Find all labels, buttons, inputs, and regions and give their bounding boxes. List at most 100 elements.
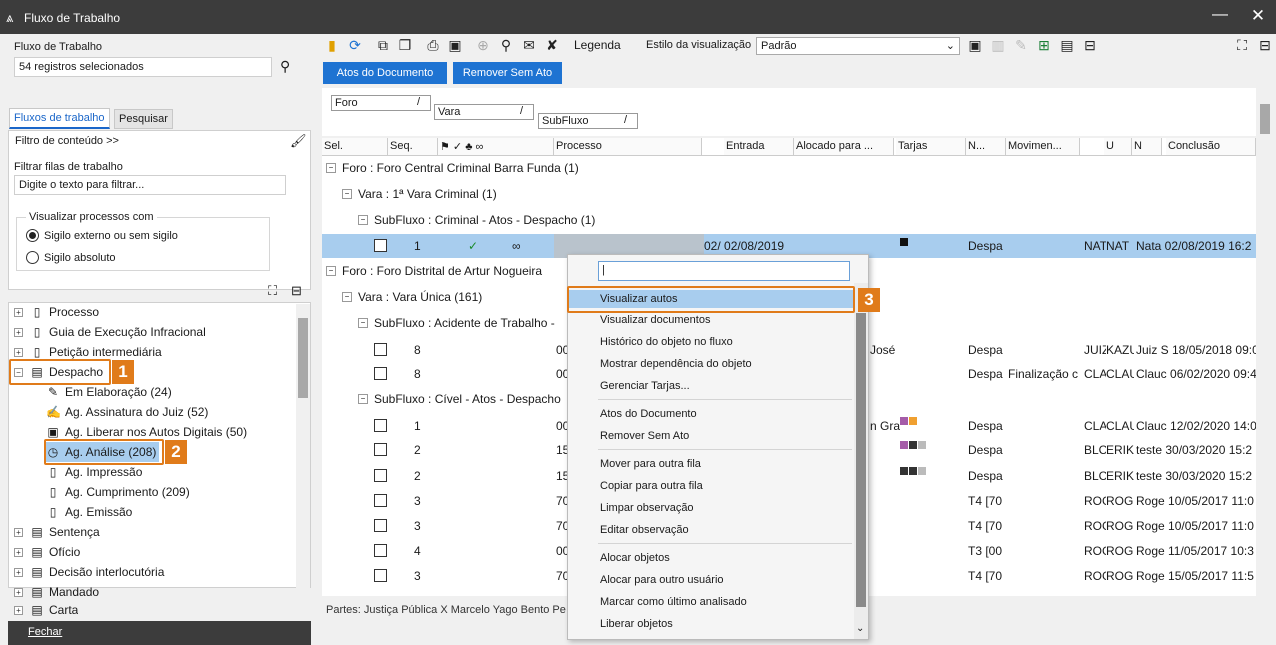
col-conclusao[interactable]: Conclusão	[1166, 138, 1256, 155]
tab-pesquisar[interactable]: Pesquisar	[114, 109, 173, 129]
group-row-vara-unica[interactable]: − Vara : Vara Única (161)	[342, 285, 482, 309]
col-tarjas[interactable]: Tarjas	[896, 138, 966, 155]
atos-documento-button[interactable]: Atos do Documento	[323, 62, 447, 84]
group-row-vara-criminal[interactable]: − Vara : 1ª Vara Criminal (1)	[342, 182, 497, 206]
remove-icon[interactable]: ✘	[543, 36, 561, 54]
col-processo[interactable]: Processo	[554, 138, 702, 155]
row-checkbox[interactable]	[374, 443, 387, 456]
collapse-icon[interactable]: −	[342, 292, 352, 302]
scroll-thumb[interactable]	[298, 318, 308, 398]
search-doc-icon[interactable]: ⚲	[497, 36, 515, 54]
report-icon[interactable]: ▤	[1058, 36, 1076, 54]
row-checkbox[interactable]	[374, 343, 387, 356]
row-checkbox[interactable]	[374, 569, 387, 582]
row-checkbox[interactable]	[374, 519, 387, 532]
search-icon[interactable]: ⚲	[280, 58, 290, 75]
row-checkbox[interactable]	[374, 494, 387, 507]
menu-item-editar-obs[interactable]: Editar observação	[600, 521, 689, 539]
col-n[interactable]: N...	[966, 138, 1006, 155]
expand-icon[interactable]: +	[14, 347, 23, 357]
menu-item-remover[interactable]: Remover Sem Ato	[600, 427, 689, 445]
copy-icon[interactable]: ⧉	[374, 36, 392, 54]
expand-tree-icon[interactable]: ⛶	[268, 283, 277, 299]
menu-item-alocar[interactable]: Alocar objetos	[600, 549, 670, 567]
fechar-button[interactable]: Fechar	[8, 621, 311, 645]
expand-icon[interactable]: +	[14, 527, 23, 537]
collapse-icon[interactable]: −	[358, 215, 368, 225]
tree-node-processo[interactable]: + ▯ Processo	[14, 302, 99, 322]
filtro-conteudo-link[interactable]: Filtro de conteúdo >>	[15, 135, 119, 147]
menu-item-marcar-ultimo[interactable]: Marcar como último analisado	[600, 593, 747, 611]
lock-icon[interactable]: ⊕	[474, 36, 492, 54]
chevron-down-icon[interactable]: ⌄	[856, 623, 864, 634]
tree-node-carta[interactable]: + ▤ Carta	[14, 601, 78, 619]
col-movimento[interactable]: Movimen...	[1006, 138, 1080, 155]
col-n2[interactable]: N	[1132, 138, 1162, 155]
tree-node-ag-impressao[interactable]: ▯ Ag. Impressão	[46, 462, 143, 482]
tree-node-mandado[interactable]: + ▤ Mandado	[14, 582, 99, 602]
menu-item-copiar[interactable]: Copiar para outra fila	[600, 477, 703, 495]
col-u[interactable]: U	[1104, 138, 1132, 155]
radio-sigilo-externo[interactable]: Sigilo externo ou sem sigilo	[26, 229, 178, 242]
collapse-icon[interactable]: −	[326, 266, 336, 276]
row-checkbox[interactable]	[374, 419, 387, 432]
collapse-icon[interactable]: −	[326, 163, 336, 173]
radio-sigilo-absoluto[interactable]: Sigilo absoluto	[26, 251, 116, 264]
tab-fluxos[interactable]: Fluxos de trabalho	[9, 108, 110, 129]
columns-icon[interactable]: ⊟	[1081, 36, 1099, 54]
save-view-icon[interactable]: ▣	[966, 36, 984, 54]
menu-scrollbar[interactable]: ⌄	[854, 283, 868, 639]
group-row-subfluxo-criminal[interactable]: − SubFluxo : Criminal - Atos - Despacho (…	[358, 208, 595, 232]
minimize-button[interactable]: —	[1208, 6, 1232, 24]
row-checkbox[interactable]	[374, 544, 387, 557]
remover-sem-ato-button[interactable]: Remover Sem Ato	[453, 62, 562, 84]
expand-icon[interactable]: +	[14, 307, 23, 317]
collapse-icon[interactable]: −	[342, 189, 352, 199]
group-row-foro-artur[interactable]: − Foro : Foro Distrital de Artur Nogueira	[326, 259, 542, 283]
comment-icon[interactable]: ✉	[520, 36, 538, 54]
group-chip-vara[interactable]: Vara /	[434, 104, 534, 120]
tree-node-ag-cumprimento[interactable]: ▯ Ag. Cumprimento (209)	[46, 482, 190, 502]
windows-icon[interactable]: ❐	[396, 36, 414, 54]
edit-icon[interactable]: ✎	[1012, 36, 1030, 54]
tree-node-ag-emissao[interactable]: ▯ Ag. Emissão	[46, 502, 133, 522]
tree-node-sentenca[interactable]: + ▤ Sentença	[14, 522, 100, 542]
collapse-all-icon[interactable]: ⊟	[1256, 36, 1274, 54]
save-icon[interactable]: ▣	[446, 36, 464, 54]
row-checkbox[interactable]	[374, 469, 387, 482]
close-button[interactable]: ✕	[1246, 6, 1270, 26]
menu-item-liberar[interactable]: Liberar objetos	[600, 615, 673, 633]
legenda-button[interactable]: Legenda	[574, 38, 621, 52]
collapse-tree-icon[interactable]: ⊟	[291, 283, 302, 299]
tree-node-decisao[interactable]: + ▤ Decisão interlocutória	[14, 562, 164, 582]
row-checkbox[interactable]	[374, 239, 387, 252]
tree-scrollbar[interactable]	[296, 304, 310, 618]
row-checkbox[interactable]	[374, 367, 387, 380]
collapse-icon[interactable]: −	[358, 318, 368, 328]
col-entrada[interactable]: Entrada	[724, 138, 794, 155]
expand-icon[interactable]: +	[14, 567, 23, 577]
expand-icon[interactable]: +	[14, 547, 23, 557]
fluxo-field[interactable]: 54 registros selecionados	[14, 57, 272, 77]
col-alocado[interactable]: Alocado para ...	[794, 138, 894, 155]
filtrar-input[interactable]: Digite o texto para filtrar...	[14, 175, 286, 195]
collapse-icon[interactable]: −	[358, 394, 368, 404]
menu-item-alocar-outro[interactable]: Alocar para outro usuário	[600, 571, 724, 589]
expand-icon[interactable]: +	[14, 587, 23, 597]
new-icon[interactable]: ▮	[323, 36, 341, 54]
group-chip-foro[interactable]: Foro /	[331, 95, 431, 111]
col-seq[interactable]: Seq.	[388, 138, 438, 155]
menu-item-limpar-obs[interactable]: Limpar observação	[600, 499, 694, 517]
scroll-thumb[interactable]	[856, 313, 866, 607]
menu-search-input[interactable]: |	[598, 261, 850, 281]
tree-node-oficio[interactable]: + ▤ Ofício	[14, 542, 80, 562]
tree-node-em-elaboracao[interactable]: ✎ Em Elaboração (24)	[46, 382, 172, 402]
estilo-select[interactable]: Padrão ⌄	[756, 37, 960, 55]
scroll-thumb[interactable]	[1260, 104, 1270, 134]
excel-icon[interactable]: ⊞	[1035, 36, 1053, 54]
delete-icon[interactable]: ▥	[989, 36, 1007, 54]
menu-item-dependencia[interactable]: Mostrar dependência do objeto	[600, 355, 752, 373]
menu-item-atos[interactable]: Atos do Documento	[600, 405, 697, 423]
group-chip-subfluxo[interactable]: SubFluxo /	[538, 113, 638, 129]
menu-item-historico[interactable]: Histórico do objeto no fluxo	[600, 333, 733, 351]
